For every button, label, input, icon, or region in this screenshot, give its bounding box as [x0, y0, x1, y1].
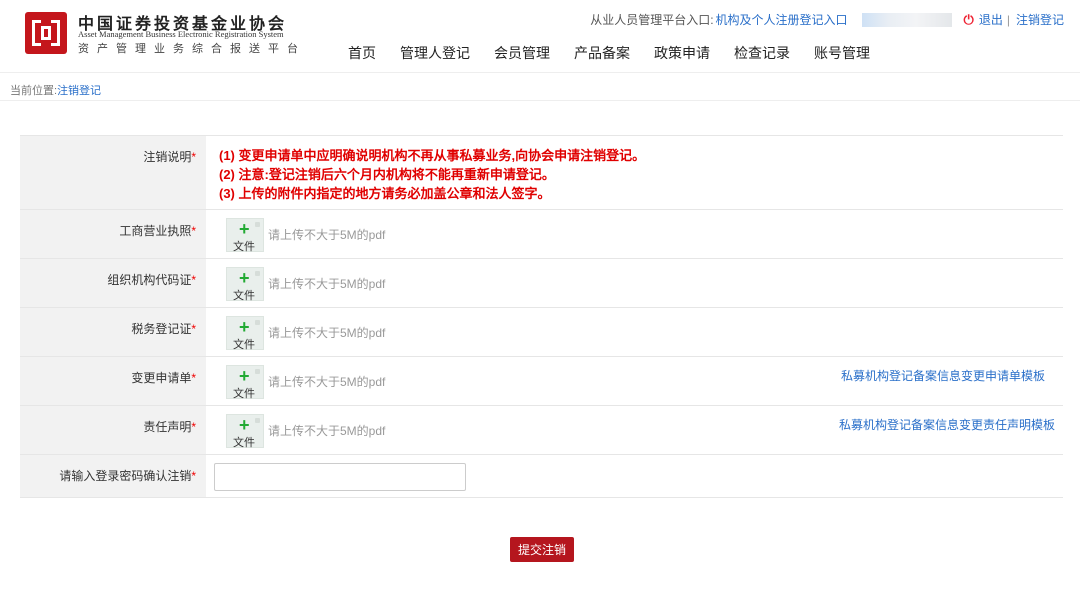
practitioner-platform-label: 从业人员管理平台入口: [590, 13, 714, 27]
association-logo [25, 12, 67, 54]
cancel-registration-link[interactable]: 注销登记 [1016, 11, 1064, 28]
system-name: 资产管理业务综合报送平台 [78, 42, 306, 55]
upload-hint: 请上传不大于5M的pdf [268, 375, 386, 389]
upload-hint: 请上传不大于5M的pdf [268, 326, 386, 340]
notes-label: 注销说明* [143, 150, 196, 164]
power-icon: ⏻ [963, 11, 974, 27]
liability-statement-template-link[interactable]: 私募机构登记备案信息变更责任声明模板 [839, 416, 1055, 433]
upload-file-button[interactable]: + 文件 [226, 316, 264, 351]
plus-icon: + [239, 268, 250, 288]
upload-hint: 请上传不大于5M的pdf [268, 277, 386, 291]
password-label: 请输入登录密码确认注销* [59, 469, 196, 483]
org-name-en: Asset Management Business Electronic Reg… [78, 29, 284, 39]
nav-manager-registration[interactable]: 管理人登记 [400, 40, 470, 66]
main-nav: 首页 管理人登记 会员管理 产品备案 政策申请 检查记录 账号管理 [336, 40, 882, 66]
note-2: (2) 注意:登记注销后六个月内机构将不能再重新申请登记。 [219, 167, 555, 182]
page-header: 中国证券投资基金业协会 Asset Management Business El… [0, 0, 1080, 72]
top-right-links: 从业人员管理平台入口: 机构及个人注册登记入口 ⏻ 退出 | 注销登记 [590, 11, 1064, 28]
upload-row-org-code: 组织机构代码证* + 文件 请上传不大于5M的pdf [20, 258, 1063, 307]
plus-icon: + [239, 219, 250, 239]
plus-icon: + [239, 366, 250, 386]
upload-file-button[interactable]: + 文件 [226, 414, 264, 449]
nav-home[interactable]: 首页 [348, 40, 376, 66]
upload-row-business-license: 工商营业执照* + 文件 请上传不大于5M的pdf [20, 209, 1063, 258]
notes-row: 注销说明* (1) 变更申请单中应明确说明机构不再从事私募业务,向协会申请注销登… [20, 135, 1063, 209]
nav-member-management[interactable]: 会员管理 [494, 40, 550, 66]
upload-file-button[interactable]: + 文件 [226, 267, 264, 302]
password-row: 请输入登录密码确认注销* [20, 454, 1063, 498]
cancellation-form: 注销说明* (1) 变更申请单中应明确说明机构不再从事私募业务,向协会申请注销登… [20, 135, 1063, 498]
link-separator: | [1006, 12, 1010, 27]
plus-icon: + [239, 415, 250, 435]
change-application-label: 变更申请单* [131, 371, 196, 385]
liability-statement-label: 责任声明* [143, 420, 196, 434]
nav-inspection-records[interactable]: 检查记录 [734, 40, 790, 66]
upload-hint: 请上传不大于5M的pdf [268, 424, 386, 438]
note-1: (1) 变更申请单中应明确说明机构不再从事私募业务,向协会申请注销登记。 [219, 148, 646, 163]
upload-hint: 请上传不大于5M的pdf [268, 228, 386, 242]
breadcrumb: 当前位置:注销登记 [0, 72, 1080, 101]
note-3: (3) 上传的附件内指定的地方请务必加盖公章和法人签字。 [219, 186, 551, 201]
cancellation-notes: (1) 变更申请单中应明确说明机构不再从事私募业务,向协会申请注销登记。 (2)… [219, 146, 645, 203]
upload-file-button[interactable]: + 文件 [226, 218, 264, 253]
upload-row-tax-registration: 税务登记证* + 文件 请上传不大于5M的pdf [20, 307, 1063, 356]
breadcrumb-current[interactable]: 注销登记 [57, 85, 101, 97]
upload-row-change-application: 变更申请单* + 文件 请上传不大于5M的pdf 私募机构登记备案信息变更申请单模… [20, 356, 1063, 405]
user-name-redacted [861, 12, 952, 27]
nav-account-management[interactable]: 账号管理 [814, 40, 870, 66]
plus-icon: + [239, 317, 250, 337]
breadcrumb-label: 当前位置: [10, 85, 58, 97]
submit-cancellation-button[interactable]: 提交注销 [510, 537, 574, 562]
password-input[interactable] [214, 463, 466, 491]
business-license-label: 工商营业执照* [119, 224, 196, 238]
org-code-label: 组织机构代码证* [107, 273, 196, 287]
registration-entry-link[interactable]: 机构及个人注册登记入口 [716, 11, 848, 28]
change-application-template-link[interactable]: 私募机构登记备案信息变更申请单模板 [841, 367, 1045, 384]
nav-product-filing[interactable]: 产品备案 [574, 40, 630, 66]
tax-registration-label: 税务登记证* [131, 322, 196, 336]
nav-policy-application[interactable]: 政策申请 [654, 40, 710, 66]
upload-row-liability-statement: 责任声明* + 文件 请上传不大于5M的pdf 私募机构登记备案信息变更责任声明模… [20, 405, 1063, 454]
upload-file-button[interactable]: + 文件 [226, 365, 264, 400]
logout-link[interactable]: 退出 [979, 11, 1003, 28]
